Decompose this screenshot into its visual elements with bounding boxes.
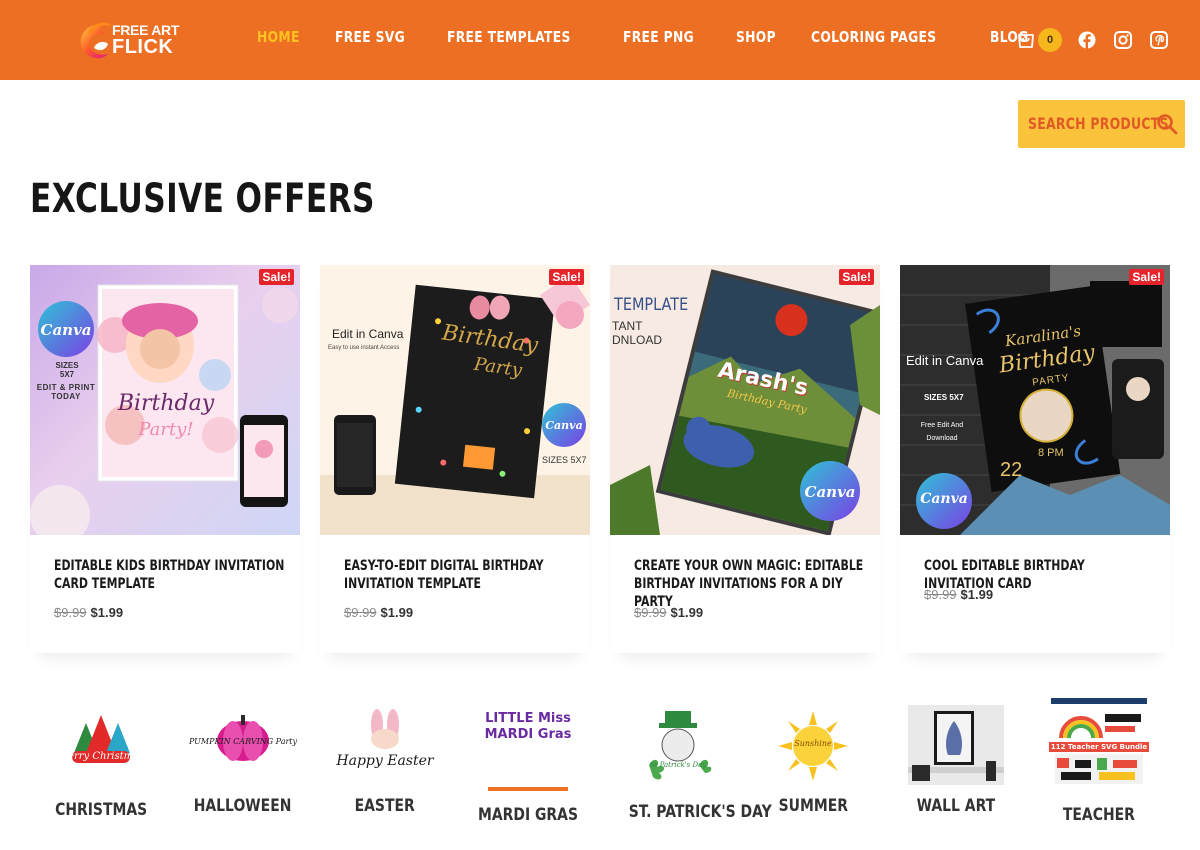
sale-badge: Sale! [259, 269, 294, 285]
image-note-text: Easy to use instant Access [328, 345, 400, 351]
category-st-patricks-day[interactable]: St Patrick's Day ST. PATRICK'S DAY [613, 695, 772, 845]
canva-badge: Canva [804, 483, 856, 501]
pinterest-icon[interactable] [1150, 31, 1168, 49]
nav-item-coloring-pages[interactable]: COLORING PAGES [811, 28, 936, 46]
image-sizes-text: SIZES 5X7 [542, 455, 587, 465]
nav-item-home[interactable]: HOME [257, 28, 300, 46]
image-edit-text: EDIT & PRINT TODAY [36, 383, 96, 401]
category-teacher[interactable]: 112 Teacher SVG Bundle TEACHER [1034, 695, 1164, 845]
sale-price: $1.99 [670, 605, 704, 620]
cart-button[interactable]: 0 [1016, 28, 1062, 52]
sale-price: $1.99 [960, 587, 994, 602]
old-price: $9.99 [634, 605, 667, 620]
product-title[interactable]: EASY-TO-EDIT DIGITAL BIRTHDAY INVITATION… [344, 557, 576, 593]
image-sizes-text: SIZES 5X7 [924, 393, 964, 402]
category-christmas[interactable]: Merry Christmas CHRISTMAS [36, 695, 166, 845]
category-label: CHRISTMAS [54, 800, 148, 820]
category-label: HALLOWEEN [194, 796, 292, 816]
category-label: TEACHER [1063, 805, 1135, 825]
logo-text-line2: FLICK [112, 36, 174, 58]
category-easter[interactable]: Happy Easter EASTER [320, 695, 450, 845]
search-products-label: SEARCH PRODUCTS [1028, 114, 1169, 133]
exclusive-offers-title: EXCLUSIVE OFFERS [30, 176, 375, 222]
cart-icon [1018, 34, 1034, 48]
nav-item-free-templates[interactable]: FREE TEMPLATES [447, 28, 571, 46]
image-subheadline: Party! [138, 419, 194, 440]
main-nav: HOME FREE SVG FREE TEMPLATES FREE PNG SH… [257, 28, 1063, 46]
product-card[interactable]: Edit in Canva SIZES 5X7 Free Edit And Do… [900, 265, 1170, 653]
image-sizes-text: SIZES 5X7 [55, 361, 79, 379]
canva-badge: Canva [920, 491, 968, 507]
old-price: $9.99 [924, 587, 957, 602]
nav-item-free-png[interactable]: FREE PNG [623, 28, 694, 46]
digital-invitation-artwork [320, 265, 590, 535]
category-label: EASTER [354, 796, 416, 816]
canva-badge: Canva [545, 419, 583, 432]
cart-count-badge: 0 [1038, 28, 1062, 52]
sale-price: $1.99 [380, 605, 414, 620]
sale-price: $1.99 [90, 605, 124, 620]
christmas-trees-art [72, 715, 130, 763]
image-tant-text: TANT [612, 319, 643, 333]
product-price: $9.99 $1.99 [344, 605, 413, 620]
category-art-text: LITTLE Miss MARDI Gras [484, 711, 572, 742]
old-price: $9.99 [54, 605, 87, 620]
image-time-text: 8 PM [1038, 447, 1064, 459]
product-price: $9.99 $1.99 [924, 587, 993, 602]
product-image[interactable]: TEMPLATE TANT DNLOAD Arash's Birthday Pa… [610, 265, 880, 535]
canva-badge: Canva [40, 321, 92, 339]
category-wall-art[interactable]: WALL ART [891, 695, 1021, 845]
search-icon [1157, 114, 1178, 135]
category-halloween[interactable]: PUMPKIN CARVING Party HALLOWEEN [178, 695, 308, 845]
category-label: SUMMER [778, 796, 848, 816]
product-image[interactable]: Edit in Canva Easy to use instant Access… [320, 265, 590, 535]
category-art-text: Happy Easter [336, 753, 434, 769]
image-download-text: DNLOAD [612, 333, 663, 347]
category-label: ST. PATRICK'S DAY [628, 802, 772, 822]
image-edit-text: Edit in Canva [332, 327, 404, 341]
category-label: MARDI GRAS [477, 805, 579, 825]
product-price: $9.99 $1.99 [54, 605, 123, 620]
site-header: FREE ART FLICK HOME FREE SVG FREE TEMPLA… [0, 0, 1200, 80]
image-headline: Birthday [117, 391, 215, 416]
category-art-text: Sunshine [794, 739, 832, 748]
site-logo[interactable]: FREE ART FLICK [74, 16, 194, 64]
facebook-icon[interactable] [1078, 31, 1096, 49]
category-art-text: Merry Christmas [57, 751, 145, 762]
image-date-text: 22 [1000, 459, 1023, 481]
image-template-text: TEMPLATE [614, 295, 689, 315]
instagram-icon[interactable] [1114, 31, 1132, 49]
old-price: $9.99 [344, 605, 377, 620]
wall-art-frame-art [908, 705, 1004, 785]
image-free-text: Free Edit And Download [920, 422, 964, 442]
category-summer[interactable]: Sunshine SUMMER [748, 695, 878, 845]
search-products-button[interactable]: SEARCH PRODUCTS [1018, 100, 1185, 148]
product-image[interactable]: Canva SIZES 5X7 EDIT & PRINT TODAY Birth… [30, 265, 300, 535]
st-patricks-cat-art [649, 711, 712, 780]
product-price: $9.99 $1.99 [634, 605, 703, 620]
nav-item-shop[interactable]: SHOP [736, 28, 776, 46]
sale-badge: Sale! [1129, 269, 1164, 285]
sale-badge: Sale! [839, 269, 874, 285]
category-art-text: PUMPKIN CARVING Party [188, 737, 298, 746]
product-title[interactable]: CREATE YOUR OWN MAGIC: EDITABLE BIRTHDAY… [634, 557, 866, 611]
product-title[interactable]: EDITABLE KIDS BIRTHDAY INVITATION CARD T… [54, 557, 286, 593]
image-edit-text: Edit in Canva [906, 353, 984, 368]
product-card[interactable]: Edit in Canva Easy to use instant Access… [320, 265, 590, 653]
product-card[interactable]: Canva SIZES 5X7 EDIT & PRINT TODAY Birth… [30, 265, 300, 653]
product-card[interactable]: TEMPLATE TANT DNLOAD Arash's Birthday Pa… [610, 265, 880, 653]
sale-badge: Sale! [549, 269, 584, 285]
category-art-text: 112 Teacher SVG Bundle [1049, 742, 1149, 752]
category-label: WALL ART [916, 796, 996, 816]
category-mardi-gras[interactable]: LITTLE Miss MARDI Gras MARDI GRAS [463, 695, 593, 845]
nav-item-free-svg[interactable]: FREE SVG [335, 28, 405, 46]
category-art-text: St Patrick's Day [649, 761, 707, 769]
product-image[interactable]: Edit in Canva SIZES 5X7 Free Edit And Do… [900, 265, 1170, 535]
